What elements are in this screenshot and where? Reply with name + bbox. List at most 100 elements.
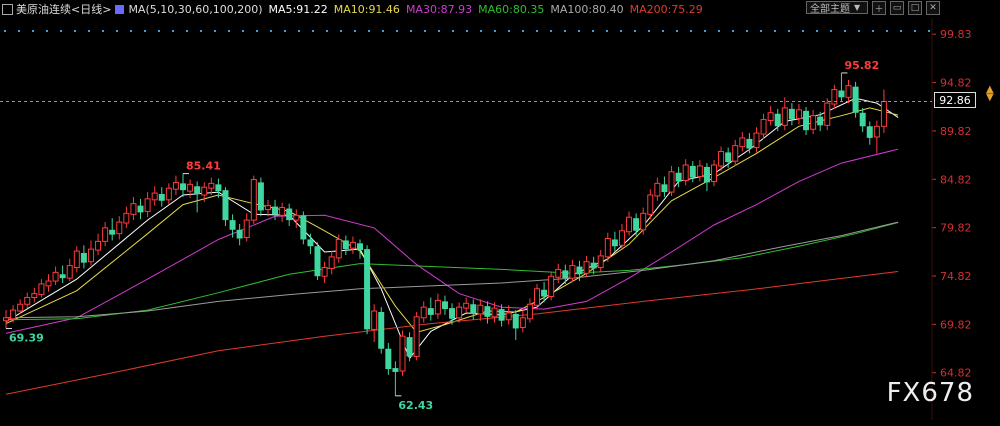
- candle: [548, 271, 555, 301]
- candle: [180, 173, 186, 197]
- candle-body: [52, 271, 59, 282]
- candle: [392, 361, 399, 396]
- candle-body: [123, 212, 130, 224]
- candle: [364, 245, 371, 335]
- minimize-icon[interactable]: ▭: [890, 1, 904, 15]
- candle-body: [456, 306, 463, 319]
- candle-body: [116, 221, 123, 235]
- candle-body: [703, 166, 710, 183]
- candle: [810, 109, 817, 135]
- candle: [668, 165, 675, 196]
- candle: [158, 187, 165, 207]
- candle-body: [10, 309, 17, 320]
- candle-body: [477, 304, 484, 315]
- candle: [781, 97, 788, 131]
- candle-body: [541, 289, 548, 297]
- expand-icon[interactable]: ▲ ▼: [986, 85, 994, 103]
- candle: [427, 297, 434, 321]
- ma10-value: MA10:91.46: [333, 2, 400, 16]
- candle: [123, 206, 130, 228]
- grid-dot: [774, 30, 776, 32]
- candle: [24, 292, 31, 309]
- grid-dot: [88, 30, 90, 32]
- candle-body: [420, 306, 427, 319]
- grid-dot: [704, 30, 706, 32]
- candle: [845, 79, 852, 104]
- candle: [859, 107, 866, 133]
- candle: [286, 203, 293, 226]
- candle: [739, 132, 746, 152]
- grid-dot: [606, 30, 608, 32]
- candle-body: [470, 304, 477, 314]
- ma-label: MA(5,10,30,60,100,200): [128, 2, 263, 16]
- grid-dot: [676, 30, 678, 32]
- candle-body: [725, 152, 732, 163]
- candle: [187, 179, 194, 198]
- candle-body: [45, 280, 52, 287]
- candle-body: [399, 335, 406, 372]
- candle-body: [137, 205, 144, 213]
- candle: [519, 309, 526, 333]
- grid-dot: [270, 30, 272, 32]
- candle: [165, 183, 172, 205]
- maximize-icon[interactable]: □: [908, 1, 922, 15]
- ma-lines: [5, 97, 899, 395]
- candle-body: [866, 126, 873, 138]
- grid-dot: [32, 30, 34, 32]
- candle: [682, 159, 689, 186]
- candle: [151, 186, 158, 206]
- grid-dot: [200, 30, 202, 32]
- grid-dot: [18, 30, 20, 32]
- close-icon[interactable]: ✕: [926, 1, 940, 15]
- add-icon[interactable]: ＋: [872, 1, 886, 15]
- candle-body: [66, 265, 73, 279]
- candle-body: [180, 183, 186, 191]
- candle-body: [873, 125, 880, 138]
- candle: [215, 178, 222, 198]
- grid-dot: [858, 30, 860, 32]
- candle-body: [307, 239, 314, 247]
- candle: [597, 250, 604, 273]
- candle-body: [647, 194, 654, 215]
- candle: [753, 127, 760, 153]
- candle: [654, 177, 661, 201]
- grid-dot: [424, 30, 426, 32]
- candle-body: [781, 107, 788, 126]
- ma200-value: MA200:75.29: [629, 2, 703, 16]
- candle-body: [59, 274, 66, 279]
- candle: [512, 310, 519, 341]
- theme-dropdown-label: 全部主题: [810, 4, 850, 15]
- candle-body: [406, 337, 413, 357]
- low-label: 69.39: [9, 332, 44, 345]
- symbol-label[interactable]: 美原油连续: [16, 1, 71, 17]
- candle-body: [427, 308, 434, 315]
- candle: [222, 187, 229, 226]
- candle-body: [449, 308, 456, 319]
- candle-body: [626, 216, 633, 233]
- grid-dot: [718, 30, 720, 32]
- y-tick-label: 99.83: [940, 28, 972, 41]
- candlestick-chart[interactable]: 85.41 69.39 62.43 95.82 99.83 94.82 89.82 84.8…: [0, 0, 1000, 426]
- candle: [852, 81, 859, 118]
- candle-body: [215, 184, 222, 192]
- candle-body: [441, 301, 448, 310]
- candle: [95, 233, 102, 255]
- candle-body: [286, 208, 293, 221]
- grid-dot: [844, 30, 846, 32]
- grid-dot: [242, 30, 244, 32]
- theme-dropdown[interactable]: 全部主题 ▼: [806, 1, 868, 15]
- settings-icon[interactable]: [115, 4, 125, 14]
- grid-dot: [914, 30, 916, 32]
- period-label[interactable]: <日线>: [71, 1, 111, 17]
- high-label: 95.82: [844, 59, 879, 72]
- candle: [774, 108, 781, 132]
- candle-body: [633, 218, 640, 231]
- candle: [279, 202, 286, 223]
- candle-body: [87, 248, 94, 263]
- candle: [831, 84, 838, 109]
- grid-dot: [830, 30, 832, 32]
- candle-body: [640, 212, 647, 231]
- candle-body: [618, 230, 625, 246]
- candle: [767, 106, 774, 126]
- y-tick-label: 69.82: [940, 318, 972, 331]
